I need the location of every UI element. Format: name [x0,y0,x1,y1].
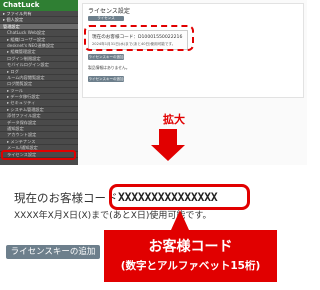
add-license-key-button[interactable]: ライセンスキーの追加 [6,245,100,259]
sidebar-menu: ▸ ファイル共有 ▸ 個人設定 管理設定 ChatLuck Web設定 ▸ 組織/ユーザ… [0,11,78,158]
down-arrow-icon [159,129,177,145]
down-arrow-head-icon [151,145,185,161]
sidebar: ChatLuck ▸ ファイル共有 ▸ 個人設定 管理設定 ChatLuck Web設… [0,0,78,165]
sidebar-highlight-frame [1,150,76,160]
callout-subtitle: (数字とアルファベット15桁) [120,260,261,272]
app-logo: ChatLuck [0,0,78,11]
zoom-label: 拡大 [163,113,185,126]
callout-title: お客様コード [148,239,233,255]
license-tab[interactable]: ライセンス [88,16,124,21]
product-info-message: 製品情報はありません。 [88,65,130,70]
panel-title: ライセンス設定 [88,8,130,15]
add-license-key-button-small-2[interactable]: ライセンスキーの追加 [88,76,124,82]
enlarged-view: 現在のお客様コード XXXXXXXXXXXXXXX XXXX年X月X日(X)まで… [0,178,307,290]
customer-code-callout: お客様コード (数字とアルファベット15桁) [104,230,277,282]
customer-code-frame [109,184,250,210]
add-license-key-button-small[interactable]: ライセンスキーの追加 [88,54,124,60]
code-highlight-frame [84,25,194,51]
callout-pointer [171,210,189,230]
screenshot-preview: ChatLuck ▸ ファイル共有 ▸ 個人設定 管理設定 ChatLuck Web設… [0,0,307,165]
customer-code-label: 現在のお客様コード [14,191,118,205]
